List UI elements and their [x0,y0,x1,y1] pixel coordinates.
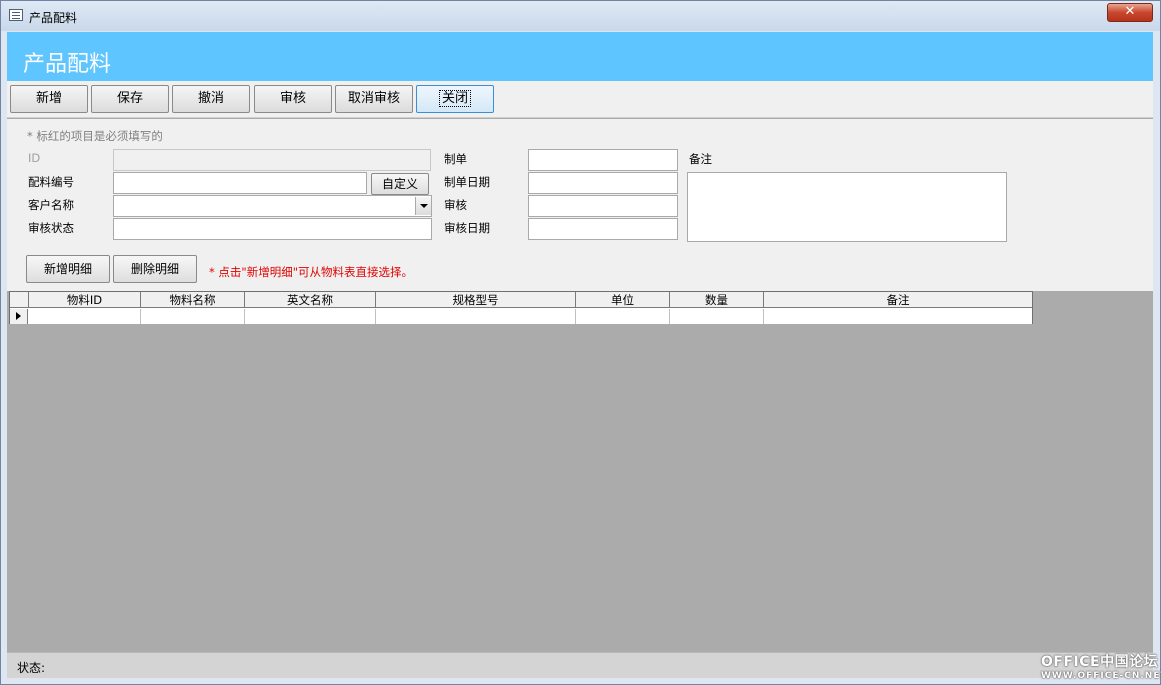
cell-unit[interactable] [576,309,670,324]
column-header-material-id[interactable]: 物料ID [29,292,141,308]
cell-english-name[interactable] [245,309,376,324]
custom-code-button[interactable]: 自定义 [371,173,429,195]
column-header-spec-model[interactable]: 规格型号 [376,292,576,308]
auditor-field[interactable] [528,195,678,217]
close-button-label: 关闭 [438,90,471,107]
datasheet-header: 物料ID 物料名称 英文名称 规格型号 单位 数量 备注 [10,292,1032,308]
cell-material-id[interactable] [29,309,141,324]
detail-form: * 标红的项目是必须填写的 ID 配料编号 自定义 客户名称 审核状态 制单 制… [7,119,1153,291]
detail-datasheet[interactable]: 物料ID 物料名称 英文名称 规格型号 单位 数量 备注 [9,291,1033,324]
maker-label: 制单 [444,152,467,166]
close-button[interactable]: 关闭 [416,85,494,113]
chevron-down-icon[interactable] [415,197,431,215]
status-label: 状态: [17,661,46,675]
current-record-icon[interactable] [10,309,28,324]
cell-remarks[interactable] [764,309,1032,324]
audit-status-field[interactable] [113,218,432,240]
make-date-label: 制单日期 [444,175,490,189]
auditor-label: 审核 [444,198,467,212]
toolbar: 新增 保存 撤消 审核 取消审核 关闭 [7,81,1153,118]
undo-button[interactable]: 撤消 [172,85,250,113]
make-date-field[interactable] [528,172,678,194]
save-button[interactable]: 保存 [91,85,169,113]
column-header-english-name[interactable]: 英文名称 [245,292,376,308]
cell-material-name[interactable] [141,309,245,324]
window-title: 产品配料 [29,11,78,25]
form-header: 产品配料 [7,32,1153,81]
maker-field[interactable] [528,149,678,171]
column-header-material-name[interactable]: 物料名称 [141,292,245,308]
add-detail-button[interactable]: 新增明细 [26,255,110,283]
watermark-line1: OFFICE中国论坛 [1041,654,1159,670]
customer-combobox[interactable] [113,195,432,217]
watermark-logo: OFFICE中国论坛 WWW.OFFICE-CN.NET [1041,651,1161,681]
required-hint: * 标红的项目是必须填写的 [27,129,163,143]
column-header-remarks[interactable]: 备注 [764,292,1032,308]
detail-note: * 点击"新增明细"可从物料表直接选择。 [209,265,413,279]
status-bar: 状态: [7,652,1153,678]
audit-button[interactable]: 审核 [254,85,332,113]
audit-date-field[interactable] [528,218,678,240]
code-label: 配料编号 [28,175,74,189]
id-field [113,149,431,171]
customer-label: 客户名称 [28,198,74,212]
row-selector-header [10,292,29,308]
column-header-unit[interactable]: 单位 [576,292,670,308]
form-client-area: 产品配料 新增 保存 撤消 审核 取消审核 关闭 * 标红的项目是必须填写的 I… [7,32,1153,678]
close-window-button[interactable]: ✕ [1107,3,1153,22]
cancel-audit-button[interactable]: 取消审核 [335,85,413,113]
title-bar[interactable]: 产品配料 ✕ [1,1,1160,31]
form-header-title: 产品配料 [23,52,112,77]
remarks-label: 备注 [689,152,712,166]
remarks-textarea[interactable] [687,172,1007,242]
table-row[interactable] [10,309,1032,324]
cell-quantity[interactable] [670,309,764,324]
watermark-line2: WWW.OFFICE-CN.NET [1041,671,1161,681]
audit-status-label: 审核状态 [28,221,74,235]
cell-spec-model[interactable] [376,309,576,324]
form-icon [9,9,23,21]
column-header-quantity[interactable]: 数量 [670,292,764,308]
delete-detail-button[interactable]: 删除明细 [113,255,197,283]
application-window: 产品配料 ✕ 产品配料 新增 保存 撤消 审核 取消审核 关闭 * 标红的项目是… [0,0,1161,685]
id-label: ID [28,151,41,165]
code-field[interactable] [113,172,367,194]
new-button[interactable]: 新增 [10,85,88,113]
audit-date-label: 审核日期 [444,221,490,235]
